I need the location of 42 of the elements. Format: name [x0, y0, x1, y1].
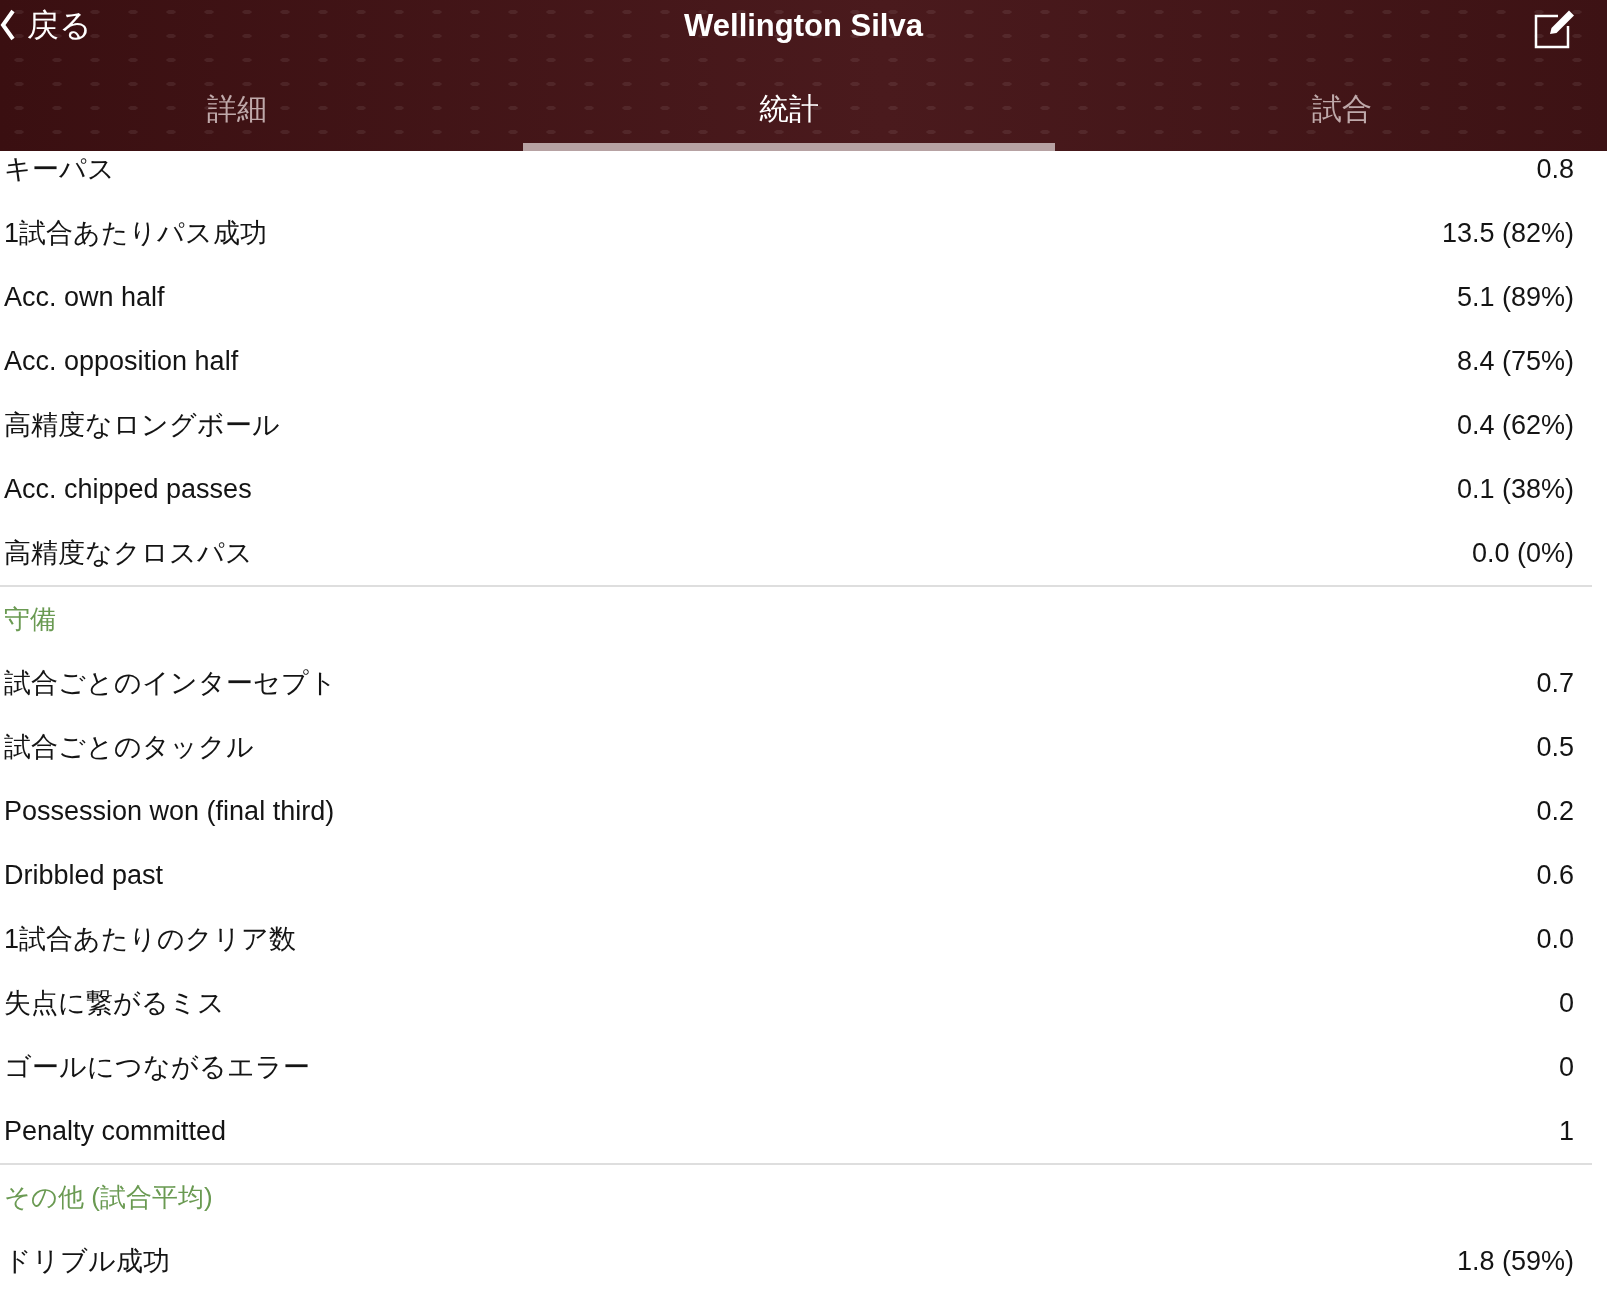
- stat-label: 高精度なロングボール: [4, 409, 280, 442]
- stat-value: 0.4 (62%): [1456, 409, 1574, 441]
- section-heading: その他 (試合平均): [4, 1180, 213, 1214]
- stat-label: Possession won (final third): [4, 795, 335, 827]
- stat-value: 0: [1558, 987, 1574, 1019]
- stat-value: 1: [1558, 1115, 1574, 1147]
- stat-value: 5.1 (89%): [1456, 281, 1574, 313]
- stat-label: Acc. opposition half: [4, 345, 239, 377]
- stat-label: Penalty committed: [4, 1115, 227, 1147]
- stat-value: 0.5: [1536, 731, 1574, 763]
- stat-label: Dribbled past: [4, 859, 164, 891]
- tab[interactable]: 試合: [1077, 52, 1607, 151]
- chevron-icon: [0, 9, 15, 41]
- stat-label: Acc. chipped passes: [4, 473, 252, 505]
- stat-label: 高精度なクロスパス: [4, 537, 253, 570]
- tab[interactable]: 詳細: [0, 52, 474, 151]
- stat-value: 0: [1558, 1051, 1574, 1083]
- stat-label: ドリブル成功: [4, 1245, 170, 1278]
- stat-value: 0.1 (38%): [1456, 473, 1574, 505]
- stat-label: 1試合あたりのクリア数: [4, 923, 297, 956]
- stat-value: 0.6: [1536, 859, 1574, 891]
- stat-value: 0.7: [1536, 667, 1574, 699]
- stat-label: 試合ごとのインターセプト: [4, 667, 337, 700]
- stat-label: ゴールにつながるエラー: [4, 1051, 310, 1084]
- stat-value: 0.8: [1536, 153, 1574, 185]
- back-button[interactable]: 戻る: [0, 6, 92, 44]
- stat-label: Acc. own half: [4, 281, 165, 313]
- edit-button[interactable]: [1534, 8, 1576, 49]
- stat-value: 13.5 (82%): [1441, 217, 1574, 249]
- tab[interactable]: 統計: [513, 52, 1065, 151]
- edit-icon: [1534, 8, 1576, 49]
- stat-label: 試合ごとのタックル: [4, 731, 254, 764]
- stat-value: 1.8 (59%): [1456, 1245, 1574, 1277]
- stat-value: 8.4 (75%): [1456, 345, 1574, 377]
- stat-label: キーパス: [4, 153, 115, 186]
- stat-value: 0.0 (0%): [1471, 537, 1574, 569]
- page-title: Wellington Silva: [684, 8, 923, 44]
- stat-value: 0.2: [1536, 795, 1574, 827]
- stat-value: 0.0: [1536, 923, 1574, 955]
- stat-label: 失点に繋がるミス: [4, 987, 225, 1020]
- stat-label: 1試合あたりパス成功: [4, 217, 268, 250]
- section-heading: 守備: [4, 602, 56, 636]
